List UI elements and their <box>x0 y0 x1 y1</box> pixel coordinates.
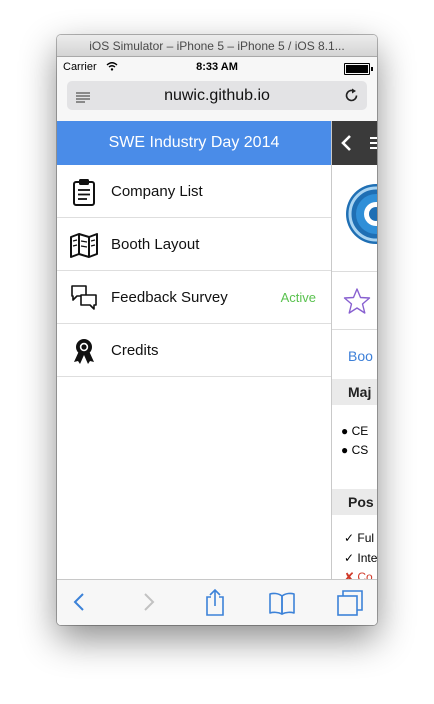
booth-link[interactable]: Boo <box>348 348 373 364</box>
section-title: Pos <box>348 494 374 510</box>
positions-section-header: Pos <box>332 489 377 515</box>
phone-screen: Carrier 8:33 AM nuwic.github.io SWE Indu… <box>57 57 377 625</box>
menu-item-booth-layout[interactable]: Booth Layout <box>57 218 331 271</box>
drawer-header-title: SWE Industry Day 2014 <box>57 121 331 165</box>
list-item: ✓ Inte <box>344 551 377 565</box>
award-ribbon-icon <box>70 337 98 365</box>
address-bar[interactable]: nuwic.github.io <box>67 81 367 110</box>
share-icon[interactable] <box>204 588 226 621</box>
status-bar: Carrier 8:33 AM <box>57 57 377 77</box>
active-badge: Active <box>280 290 316 305</box>
map-icon <box>70 231 98 259</box>
company-logo-icon <box>345 183 377 250</box>
list-item: ✓ Ful <box>344 531 375 545</box>
favorite-star-icon[interactable] <box>343 287 371 320</box>
reader-list-icon[interactable] <box>76 90 90 108</box>
simulator-window: iOS Simulator – iPhone 5 – iPhone 5 / iO… <box>57 35 377 625</box>
status-time: 8:33 AM <box>196 61 238 73</box>
safari-toolbar <box>57 579 377 625</box>
url-text[interactable]: nuwic.github.io <box>67 81 367 110</box>
back-chevron-icon[interactable] <box>340 134 352 157</box>
chat-bubbles-icon <box>70 284 98 312</box>
main-content-peek[interactable]: Boo Maj ● CE ● CS Pos ✓ Ful ✓ Inte ✘ Co <box>332 121 377 579</box>
drawer-menu: Company List Booth Layout Feedback Surve… <box>57 165 331 579</box>
back-icon[interactable] <box>72 591 86 618</box>
menu-item-credits[interactable]: Credits <box>57 324 331 377</box>
clipboard-icon <box>70 178 98 206</box>
majors-section-header: Maj <box>332 379 377 405</box>
window-title: iOS Simulator – iPhone 5 – iPhone 5 / iO… <box>57 35 377 57</box>
reload-icon[interactable] <box>344 88 359 108</box>
forward-icon[interactable] <box>142 591 156 618</box>
list-item: ✘ Co <box>344 570 373 579</box>
menu-item-label: Booth Layout <box>111 236 200 253</box>
section-title: Maj <box>348 384 372 400</box>
divider-line <box>332 271 377 272</box>
menu-item-company-list[interactable]: Company List <box>57 165 331 218</box>
hamburger-icon[interactable] <box>370 136 377 155</box>
menu-item-feedback-survey[interactable]: Feedback Survey Active <box>57 271 331 324</box>
battery-icon <box>344 63 373 75</box>
list-item: ● CE <box>341 424 369 438</box>
list-item: ● CS <box>341 443 369 457</box>
content-header <box>332 121 377 165</box>
divider-line <box>332 329 377 330</box>
menu-item-label: Company List <box>111 183 203 200</box>
menu-item-label: Feedback Survey <box>111 289 228 306</box>
menu-item-label: Credits <box>111 342 159 359</box>
tabs-icon[interactable] <box>337 590 363 621</box>
bookmarks-icon[interactable] <box>268 591 296 620</box>
